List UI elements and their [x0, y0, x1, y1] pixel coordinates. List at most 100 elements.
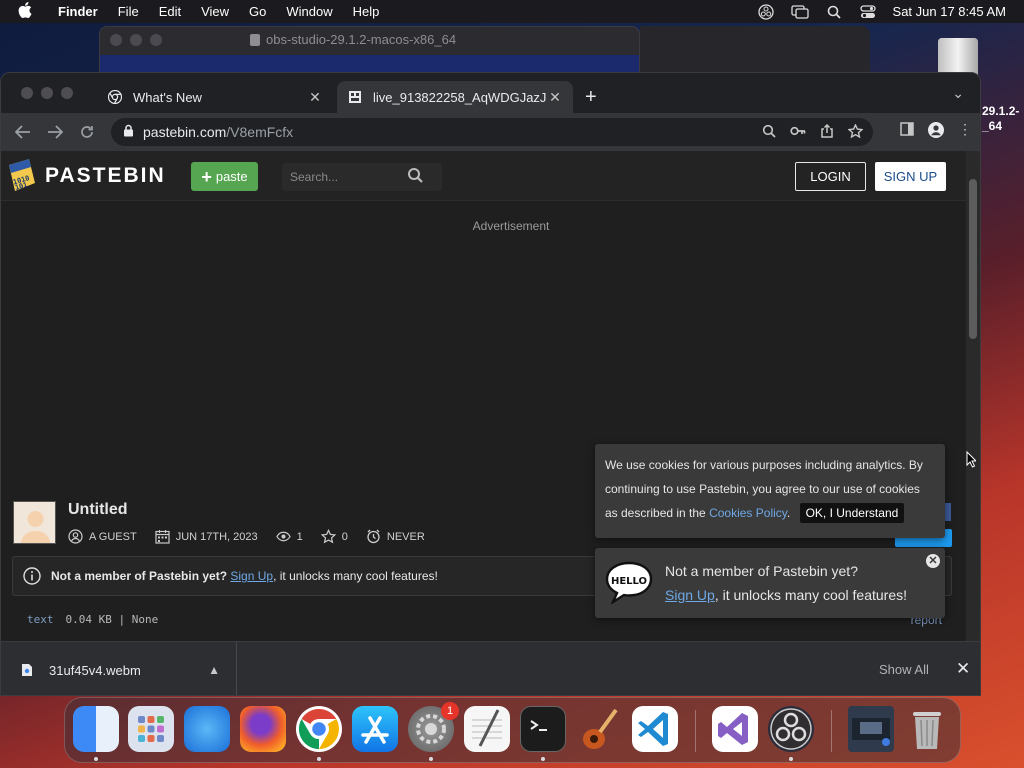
trash-icon[interactable]: [904, 706, 950, 752]
chrome-icon: [107, 89, 123, 105]
search-box: [282, 163, 442, 191]
background-window-extension: [640, 26, 870, 76]
menu-window[interactable]: Window: [286, 4, 332, 19]
obs-running-indicator: [789, 757, 793, 761]
file-icon: [21, 663, 35, 677]
paste-meta: A GUEST JUN 17TH, 2023 1 0 NEVER: [68, 529, 425, 544]
tab-label: live_913822258_AqWDGJazJa: [373, 89, 547, 105]
bookmark-star-icon[interactable]: [847, 122, 864, 141]
app-store-icon[interactable]: [352, 706, 398, 752]
obs-status-icon[interactable]: [757, 3, 775, 20]
close-tab-icon[interactable]: ✕: [307, 89, 323, 106]
visual-studio-icon[interactable]: [712, 706, 758, 752]
search-icon[interactable]: [407, 167, 423, 188]
browser-menu-icon[interactable]: ⋮: [958, 122, 972, 143]
close-icon[interactable]: ✕: [956, 659, 970, 679]
search-input[interactable]: [282, 170, 407, 184]
paste-title: Untitled: [68, 501, 128, 518]
cookie-consent-popup: We use cookies for various purposes incl…: [595, 444, 945, 538]
pastebin-brand[interactable]: PASTEBIN: [45, 164, 166, 188]
eye-icon: [275, 529, 291, 544]
obs-icon[interactable]: [768, 706, 814, 752]
safari-icon[interactable]: [184, 706, 230, 752]
key-icon[interactable]: [790, 124, 806, 141]
profile-avatar-icon[interactable]: [928, 122, 944, 143]
terminal-icon[interactable]: [520, 706, 566, 752]
download-shelf: 31uf45v4.webm ▲ Show All ✕: [1, 641, 980, 695]
cookie-accept-button[interactable]: OK, I Understand: [799, 503, 905, 523]
back-arrow-icon[interactable]: [7, 118, 39, 146]
login-button[interactable]: LOGIN: [795, 162, 866, 191]
paste-author[interactable]: A GUEST: [89, 531, 137, 543]
info-icon: [23, 567, 41, 585]
search-icon[interactable]: [762, 124, 776, 141]
share-icon[interactable]: [820, 123, 834, 141]
finder-icon[interactable]: [73, 706, 119, 752]
menu-go[interactable]: Go: [249, 4, 266, 19]
menu-file[interactable]: File: [118, 4, 139, 19]
launchpad-icon[interactable]: [128, 706, 174, 752]
signup-button[interactable]: SIGN UP: [875, 162, 946, 191]
paste-date: JUN 17TH, 2023: [175, 530, 258, 543]
mouse-cursor-icon: [966, 451, 976, 468]
apple-menu-icon[interactable]: [18, 1, 40, 22]
address-bar[interactable]: pastebin.com/V8emFcfx: [111, 118, 873, 146]
firefox-icon[interactable]: [240, 706, 286, 752]
tab-pastebin[interactable]: live_913822258_AqWDGJazJa ✕: [337, 81, 573, 113]
tab-strip: What's New ✕ live_913822258_AqWDGJazJa ✕…: [1, 73, 980, 113]
pastebin-logo-icon[interactable]: 1010 101: [5, 157, 39, 193]
paste-info: Untitled A GUEST JUN 17TH, 2023 1 0 NEVE…: [13, 501, 613, 551]
minimize-window-button[interactable]: [41, 87, 53, 99]
vscode-icon[interactable]: [632, 706, 678, 752]
background-window[interactable]: obs-studio-29.1.2-macos-x86_64: [99, 26, 640, 76]
syntax-language[interactable]: text: [27, 613, 54, 627]
downloads-stack-icon[interactable]: [848, 706, 894, 752]
new-tab-icon[interactable]: +: [585, 87, 597, 107]
paste-views: 1: [296, 530, 303, 543]
menu-view[interactable]: View: [201, 4, 229, 19]
dock-separator: [695, 710, 696, 752]
member-popup-signup-link[interactable]: Sign Up: [665, 587, 715, 603]
menu-bar-clock[interactable]: Sat Jun 17 8:45 AM: [893, 4, 1006, 19]
show-all-downloads-button[interactable]: Show All: [879, 662, 929, 677]
menu-edit[interactable]: Edit: [159, 4, 181, 19]
tab-whats-new[interactable]: What's New ✕: [97, 81, 333, 113]
close-window-button[interactable]: [21, 87, 33, 99]
zoom-window-button[interactable]: [61, 87, 73, 99]
download-item[interactable]: 31uf45v4.webm ▲: [1, 642, 237, 695]
dock-separator: [831, 710, 832, 752]
menu-help[interactable]: Help: [353, 4, 380, 19]
close-tab-icon[interactable]: ✕: [547, 89, 563, 106]
garageband-icon[interactable]: [576, 706, 622, 752]
close-popup-icon[interactable]: ✕: [926, 554, 940, 568]
screen-mirroring-icon[interactable]: [790, 4, 809, 19]
tab-label: What's New: [133, 89, 202, 105]
page-scrollbar[interactable]: [966, 151, 980, 641]
reload-icon[interactable]: [71, 118, 103, 146]
plus-icon: +: [201, 166, 212, 187]
chrome-dock-icon[interactable]: [296, 706, 342, 752]
cookies-policy-link[interactable]: Cookies Policy: [709, 506, 787, 520]
disk-image-icon: [250, 33, 260, 46]
paste-stars: 0: [341, 530, 348, 543]
cookie-period: .: [786, 506, 791, 520]
side-panel-icon[interactable]: [900, 122, 914, 143]
control-center-icon[interactable]: [859, 4, 877, 19]
star-icon[interactable]: [320, 529, 336, 544]
lock-icon[interactable]: [123, 124, 135, 140]
menu-finder[interactable]: Finder: [58, 4, 98, 19]
tab-search-chevron-icon[interactable]: ⌄: [952, 85, 964, 102]
forward-arrow-icon[interactable]: [39, 118, 71, 146]
pastebin-header: 1010 101 PASTEBIN + paste LOGIN SIGN UP: [1, 151, 966, 201]
url-host: pastebin.com: [143, 124, 227, 140]
notice-signup-link[interactable]: Sign Up: [230, 569, 273, 583]
chevron-up-icon[interactable]: ▲: [208, 663, 220, 677]
new-paste-button[interactable]: + paste: [191, 162, 258, 191]
textedit-icon[interactable]: [464, 706, 510, 752]
spotlight-search-icon[interactable]: [825, 5, 843, 19]
guest-avatar[interactable]: [13, 501, 56, 544]
expiration-icon: [366, 529, 381, 544]
menu-bar: Finder File Edit View Go Window Help Sat…: [0, 0, 1024, 23]
notice-rest: , it unlocks many cool features!: [273, 569, 438, 583]
scrollbar-thumb[interactable]: [969, 179, 977, 339]
